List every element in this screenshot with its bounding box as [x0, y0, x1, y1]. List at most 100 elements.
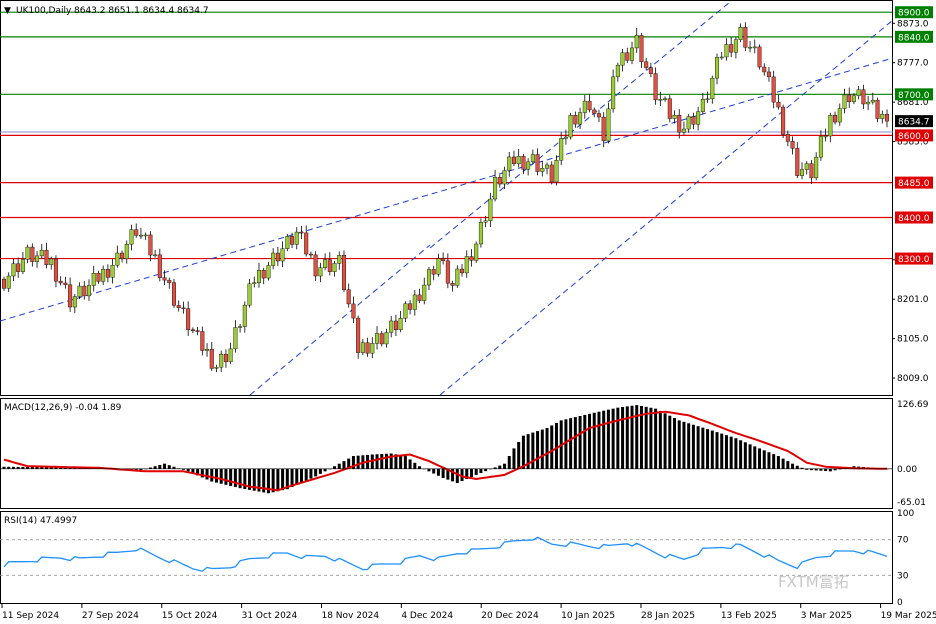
candle-up — [266, 265, 271, 279]
macd-bar — [512, 448, 516, 469]
candle-down — [63, 282, 68, 286]
candle-up — [545, 164, 550, 169]
level-tag-label: 8300.0 — [898, 255, 930, 265]
macd-bar — [413, 462, 417, 469]
candle-up — [35, 255, 40, 262]
channel-lower-line — [439, 19, 894, 396]
candle-up — [115, 252, 120, 266]
candle-down — [190, 329, 195, 331]
candle-up — [856, 89, 861, 96]
candle-down — [105, 269, 110, 278]
chart-menu-arrow[interactable]: ▼ — [4, 6, 11, 16]
macd-bar — [163, 463, 167, 469]
candle-up — [752, 46, 757, 49]
macd-bar — [729, 436, 733, 469]
macd-bar — [536, 431, 540, 469]
candle-down — [261, 270, 266, 279]
time-tick-label: 10 Jan 2025 — [561, 611, 615, 621]
macd-bar — [753, 446, 757, 469]
candle-down — [299, 231, 304, 234]
macd-bar — [588, 413, 592, 469]
candle-up — [738, 26, 743, 40]
candle-up — [238, 326, 243, 328]
candle-up — [507, 156, 512, 171]
candle-up — [143, 234, 148, 237]
macd-bar — [635, 405, 639, 469]
candle-up — [214, 366, 219, 369]
macd-bar — [469, 468, 473, 477]
macd-bar — [668, 415, 672, 469]
candle-down — [743, 26, 748, 48]
candle-down — [460, 268, 465, 274]
macd-bar — [229, 468, 233, 486]
price-tick-label: 8105.0 — [897, 335, 929, 345]
candle-up — [488, 198, 493, 221]
macd-bar — [616, 407, 620, 469]
macd-bar — [720, 433, 724, 469]
macd-bar — [767, 452, 771, 469]
macd-bar — [521, 435, 525, 469]
candle-down — [167, 279, 172, 283]
macd-bar — [309, 468, 313, 479]
rsi-tick-label: 70 — [897, 536, 909, 546]
candle-up — [77, 285, 82, 297]
macd-bar — [824, 468, 828, 472]
candle-down — [653, 73, 658, 101]
candle-up — [337, 255, 342, 264]
candle-down — [341, 255, 346, 290]
time-tick-label: 11 Sep 2024 — [2, 611, 59, 621]
candle-up — [39, 249, 44, 257]
macd-bar — [758, 448, 762, 469]
price-chart: ▼ UK100,Daily 8643.2 8651.1 8634.4 8634.… — [0, 0, 936, 621]
candle-down — [573, 115, 578, 125]
macd-bar — [375, 454, 379, 469]
candle-down — [625, 52, 630, 61]
candle-up — [474, 243, 479, 261]
candle-down — [53, 258, 58, 282]
macd-bar — [649, 407, 653, 469]
candle-down — [30, 246, 35, 262]
macd-bar — [573, 417, 577, 469]
macd-bar — [314, 468, 318, 477]
macd-bar — [743, 442, 747, 469]
macd-bar — [706, 429, 710, 469]
macd-bar — [592, 412, 596, 469]
candle-up — [686, 116, 691, 130]
macd-tick-label: -65.01 — [897, 498, 926, 508]
candle-up — [502, 170, 507, 185]
candle-up — [554, 160, 559, 183]
candle-up — [696, 111, 701, 125]
candle-down — [677, 115, 682, 133]
macd-bar — [224, 468, 228, 485]
candle-up — [280, 248, 285, 262]
early-channel-line — [249, 244, 431, 396]
macd-bar — [663, 413, 667, 469]
macd-bar — [427, 468, 431, 472]
macd-bar — [762, 450, 766, 469]
candle-down — [16, 263, 21, 272]
macd-bar — [158, 464, 162, 469]
candle-up — [851, 95, 856, 102]
candle-down — [776, 101, 781, 108]
candle-up — [804, 163, 809, 170]
macd-bar — [304, 468, 308, 481]
candle-up — [323, 259, 328, 268]
candle-up — [559, 138, 564, 161]
macd-bar — [654, 408, 658, 469]
candle-down — [785, 134, 790, 142]
candle-up — [360, 342, 365, 353]
candle-down — [521, 156, 526, 170]
candle-down — [535, 154, 540, 172]
time-tick-label: 31 Oct 2024 — [242, 611, 298, 621]
rsi-axis: 100 70 30 0 — [897, 509, 914, 608]
time-tick-label: 15 Oct 2024 — [162, 611, 218, 621]
macd-bar — [748, 444, 752, 469]
candle-up — [828, 115, 833, 137]
candle-up — [285, 236, 290, 249]
macd-bar — [432, 468, 436, 474]
macd-bar — [455, 468, 459, 484]
ohlc-label: 8643.2 8651.1 8634.4 8634.7 — [74, 6, 209, 16]
candle-down — [592, 109, 597, 114]
candle-up — [252, 282, 257, 285]
candle-up — [110, 264, 115, 278]
